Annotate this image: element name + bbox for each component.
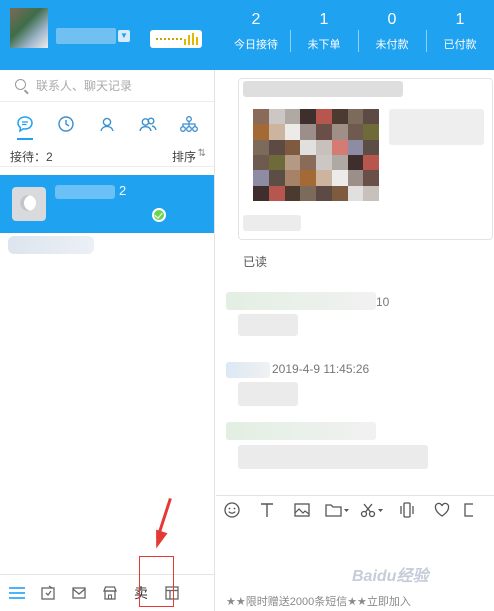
group-icon <box>139 117 157 132</box>
card-text-redacted <box>389 109 484 145</box>
font-icon <box>260 502 273 517</box>
chat-list-item-redacted[interactable] <box>8 236 94 254</box>
stat-today-received[interactable]: 2 今日接待 <box>222 0 290 70</box>
tab-history[interactable] <box>51 110 81 138</box>
menu-button[interactable] <box>2 575 32 611</box>
chat-list-item-active[interactable]: 2 <box>0 175 214 233</box>
stat-paid[interactable]: 1 已付款 <box>426 0 494 70</box>
sender-name-redacted <box>226 362 270 378</box>
stat-label: 未下单 <box>307 39 341 51</box>
stat-label: 已付款 <box>443 39 477 51</box>
contact-icon <box>100 117 114 132</box>
annotation-highlight-box <box>139 556 174 607</box>
message-time: 10 <box>376 295 390 309</box>
signal-badge[interactable] <box>150 30 202 48</box>
user-name-redacted <box>56 28 116 44</box>
mail-button[interactable] <box>64 575 94 611</box>
composer-toolbar <box>216 495 494 523</box>
stat-label: 未付款 <box>375 39 409 51</box>
folder-button[interactable] <box>323 497 350 523</box>
message-timestamp: 2019-4-9 11:45:26 <box>272 362 370 376</box>
history-icon <box>58 116 74 132</box>
read-status: 已读 <box>243 255 268 269</box>
search-icon <box>15 79 26 90</box>
tab-org[interactable] <box>174 110 204 138</box>
sender-name-redacted <box>226 292 376 310</box>
card-footer-redacted <box>243 215 301 231</box>
product-card[interactable] <box>238 78 493 240</box>
app-header: ▼ 2 今日接待 1 未下单 0 未付款 1 已付款 <box>0 0 494 70</box>
emoji-icon <box>223 501 240 518</box>
image-icon <box>293 502 310 517</box>
message-bubble-redacted <box>238 445 428 469</box>
product-image-redacted <box>253 109 379 201</box>
cut-button[interactable] <box>358 497 385 523</box>
contact-tabs <box>0 110 214 140</box>
favorite-button[interactable] <box>428 497 455 523</box>
account-dropdown-icon[interactable]: ▼ <box>118 30 130 42</box>
stat-value: 0 <box>387 11 397 28</box>
contact-panel: 接待：2 排序 ⇅ 2 卖 <box>0 70 215 611</box>
scissors-icon <box>360 503 383 517</box>
mail-icon <box>72 587 86 599</box>
image-button[interactable] <box>288 497 315 523</box>
card-title-redacted <box>243 81 403 97</box>
shop-icon <box>103 586 117 600</box>
stat-label: 今日接待 <box>234 39 278 51</box>
font-button[interactable] <box>253 497 280 523</box>
bottom-toolbar: 卖 <box>0 574 214 611</box>
contact-name-redacted <box>55 185 115 199</box>
user-avatar[interactable] <box>10 8 48 48</box>
more-button[interactable] <box>463 497 473 523</box>
search-input[interactable] <box>36 77 206 95</box>
reception-count: 接待：2 <box>10 150 53 164</box>
sender-name-redacted <box>226 422 376 440</box>
org-icon <box>180 116 199 132</box>
vibrate-button[interactable] <box>393 497 420 523</box>
message-bubble-redacted <box>238 314 298 336</box>
watermark-logo: Baidu经验 <box>352 568 429 585</box>
emoji-button[interactable] <box>218 497 245 523</box>
heart-icon <box>434 502 449 517</box>
menu-icon <box>9 587 25 599</box>
folder-icon <box>324 503 349 517</box>
search-bar <box>0 70 214 102</box>
stat-value: 2 <box>251 11 261 28</box>
chat-panel: 已读 10 2019-4-9 11:45:26 ★★限时赠送2000条短信★★立… <box>216 70 494 611</box>
shop-button[interactable] <box>95 575 125 611</box>
stats-bar: 2 今日接待 1 未下单 0 未付款 1 已付款 <box>222 0 494 70</box>
tab-contacts[interactable] <box>92 110 122 138</box>
tab-groups[interactable] <box>133 110 163 138</box>
sort-icon[interactable]: ⇅ <box>198 148 206 159</box>
stat-unpaid[interactable]: 0 未付款 <box>358 0 426 70</box>
message-bubble-redacted <box>238 382 298 406</box>
contact-avatar <box>12 187 46 221</box>
promo-link[interactable]: ★★限时赠送2000条短信★★立即加入 <box>226 593 411 609</box>
list-header: 接待：2 排序 ⇅ <box>0 143 214 167</box>
orders-button[interactable] <box>33 575 63 611</box>
signal-bars-icon <box>184 33 198 45</box>
sort-button[interactable]: 排序 <box>172 148 196 165</box>
vibrate-icon <box>399 501 414 518</box>
chat-icon <box>16 116 33 133</box>
stat-not-ordered[interactable]: 1 未下单 <box>290 0 358 70</box>
stat-value: 1 <box>455 11 465 28</box>
unread-count: 2 <box>119 183 127 198</box>
more-icon <box>464 502 473 517</box>
online-check-icon <box>152 208 166 222</box>
signal-dots-icon <box>156 38 182 40</box>
stat-value: 1 <box>319 11 329 28</box>
tab-chat[interactable] <box>10 110 40 140</box>
order-icon <box>41 585 55 600</box>
